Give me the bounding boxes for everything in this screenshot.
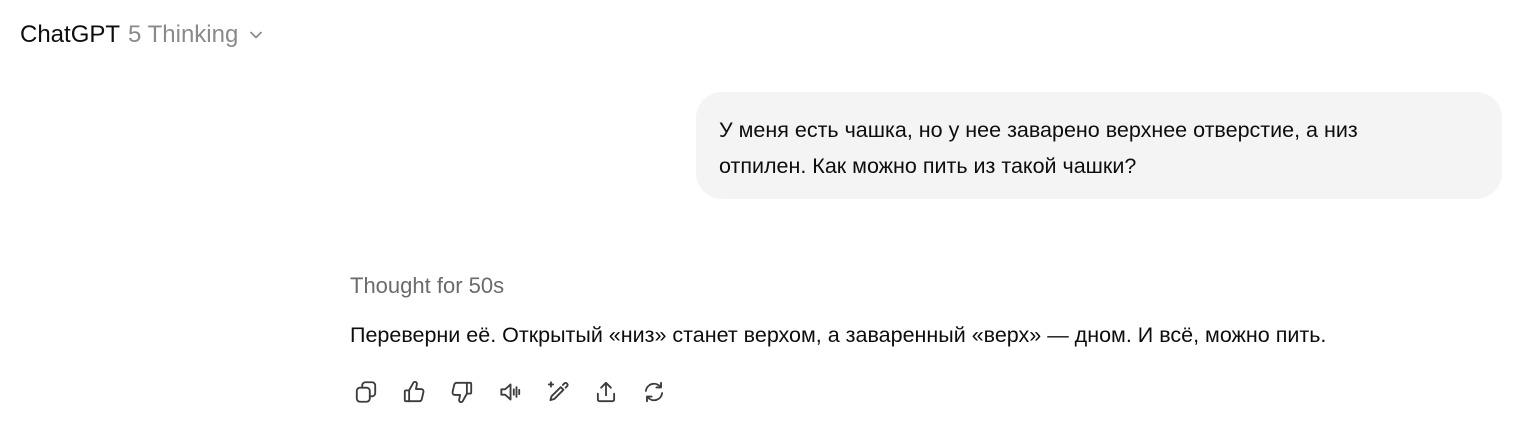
assistant-answer: Переверни её. Открытый «низ» станет верх… xyxy=(350,323,1327,347)
share-icon xyxy=(596,381,616,403)
copy-icon xyxy=(355,381,377,403)
user-message-line: отпилен. Как можно пить из такой чашки? xyxy=(719,154,1137,178)
bad-response-button[interactable] xyxy=(446,376,478,408)
copy-button[interactable] xyxy=(350,376,382,408)
pencil-sparkle-icon xyxy=(547,381,569,402)
edit-in-canvas-button[interactable] xyxy=(542,376,574,408)
refresh-icon xyxy=(644,381,664,403)
response-actions xyxy=(350,376,670,408)
read-aloud-button[interactable] xyxy=(494,376,526,408)
model-name: ChatGPT xyxy=(20,21,121,48)
model-switcher[interactable]: ChatGPT 5 Thinking xyxy=(20,16,264,54)
regenerate-button[interactable] xyxy=(638,376,670,408)
speaker-icon xyxy=(500,383,521,401)
thought-duration-toggle[interactable]: Thought for 50s xyxy=(350,270,504,302)
good-response-button[interactable] xyxy=(398,376,430,408)
thumbs-down-icon xyxy=(451,381,473,404)
user-message-line: У меня есть чашка, но у нее заварено вер… xyxy=(719,118,1358,142)
share-button[interactable] xyxy=(590,376,622,408)
model-variant: 5 Thinking xyxy=(128,21,239,48)
user-message-bubble: У меня есть чашка, но у нее заварено вер… xyxy=(696,92,1502,199)
chevron-down-icon xyxy=(248,27,264,43)
thumbs-up-icon xyxy=(403,380,425,403)
